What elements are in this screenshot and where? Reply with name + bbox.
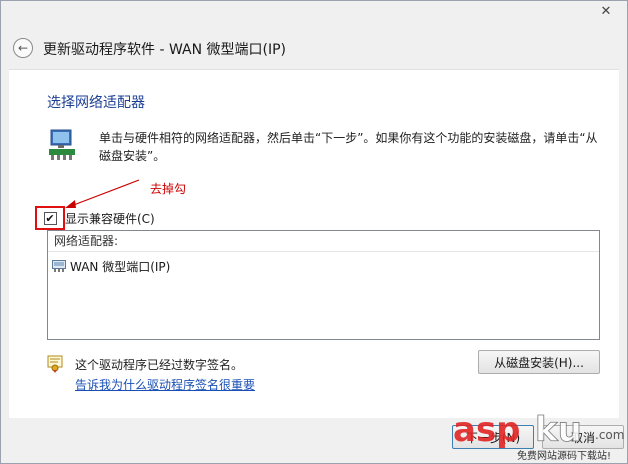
list-item-wan-miniport-ip[interactable]: WAN 微型端口(IP) bbox=[52, 257, 170, 275]
driver-signing-link[interactable]: 告诉我为什么驱动程序签名很重要 bbox=[75, 376, 255, 393]
checkmark-icon: ✔ bbox=[45, 211, 55, 225]
annotation-arrow-icon bbox=[65, 179, 140, 208]
have-disk-button[interactable]: 从磁盘安装(H)... bbox=[478, 350, 600, 374]
close-icon: ✕ bbox=[600, 3, 612, 19]
network-adapter-list[interactable]: 网络适配器: WAN 微型端口(IP) bbox=[47, 230, 600, 340]
dialog-header: ← 更新驱动程序软件 - WAN 微型端口(IP) bbox=[1, 29, 627, 69]
checkbox-highlight: ✔ bbox=[35, 206, 65, 230]
close-button[interactable]: ✕ bbox=[591, 1, 621, 21]
next-button[interactable]: 下一步(N) bbox=[452, 425, 534, 449]
instruction-text: 单击与硬件相符的网络适配器，然后单击“下一步”。如果你有这个功能的安装磁盘，请单… bbox=[99, 131, 598, 163]
back-button[interactable]: ← bbox=[13, 38, 33, 58]
back-arrow-icon: ← bbox=[17, 41, 29, 55]
dialog-window: ✕ ← 更新驱动程序软件 - WAN 微型端口(IP) 选择网络适配器 单击与硬… bbox=[0, 0, 628, 464]
signature-status-text: 这个驱动程序已经过数字签名。 bbox=[75, 358, 244, 372]
network-adapter-icon bbox=[52, 260, 66, 272]
network-device-icon bbox=[49, 129, 75, 160]
window-title: 更新驱动程序软件 - WAN 微型端口(IP) bbox=[43, 42, 287, 58]
list-header: 网络适配器: bbox=[48, 231, 599, 252]
show-compatible-hardware-label[interactable]: 显示兼容硬件(C) bbox=[65, 210, 155, 227]
page-title: 选择网络适配器 bbox=[47, 95, 145, 111]
wizard-content: 选择网络适配器 单击与硬件相符的网络适配器，然后单击“下一步”。如果你有这个功能… bbox=[9, 69, 619, 418]
cancel-button[interactable]: 取消 bbox=[542, 425, 624, 449]
annotation-text: 去掉勾 bbox=[150, 182, 187, 196]
svg-text:免费网站源码下载站!: 免费网站源码下载站! bbox=[517, 449, 611, 462]
list-item-label: WAN 微型端口(IP) bbox=[70, 259, 171, 274]
show-compatible-hardware-checkbox[interactable]: ✔ bbox=[43, 211, 57, 225]
signed-driver-icon bbox=[47, 355, 63, 373]
